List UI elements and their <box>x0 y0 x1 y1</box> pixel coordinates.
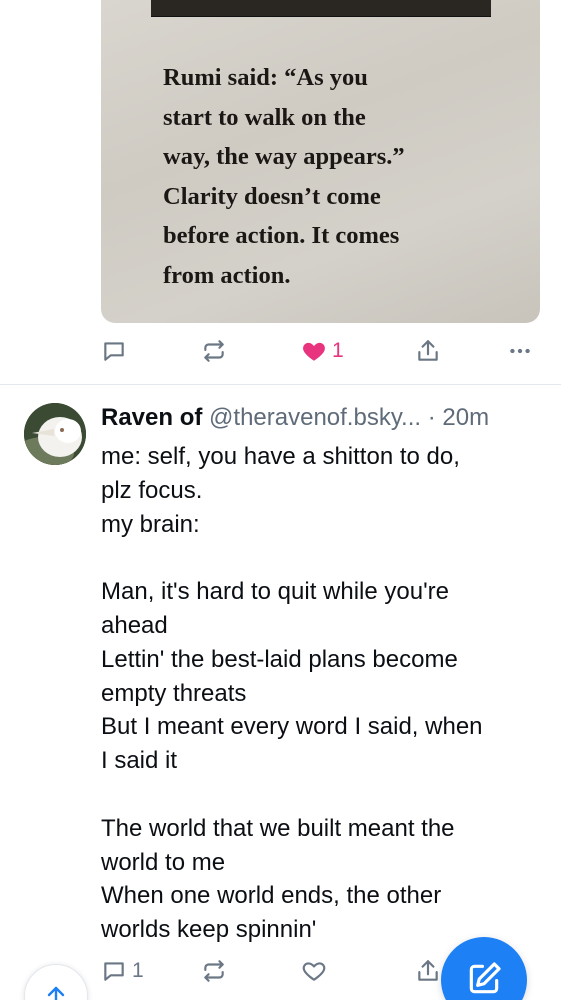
more-button[interactable] <box>503 338 533 364</box>
compose-icon <box>469 962 501 994</box>
post-divider <box>0 384 561 385</box>
reply-button[interactable] <box>101 338 201 364</box>
scroll-to-top-button[interactable] <box>24 964 88 1000</box>
reply-icon <box>104 962 124 981</box>
share-button[interactable] <box>415 338 503 364</box>
more-icon <box>510 348 530 354</box>
repost-button[interactable] <box>201 338 301 364</box>
reply-count: 1 <box>132 959 144 982</box>
repost-button[interactable] <box>201 958 301 984</box>
heart-icon <box>303 342 325 361</box>
top-post-actions: 1 <box>101 337 534 365</box>
arrow-up-icon <box>47 986 65 1000</box>
share-icon <box>418 340 438 361</box>
book-edge <box>151 0 491 17</box>
repost-icon <box>204 340 224 362</box>
author-name[interactable]: Raven of <box>101 404 202 431</box>
image-quote-text: Rumi said: “As you start to walk on the … <box>163 64 405 289</box>
raven-avatar-image <box>24 403 86 465</box>
reply-icon <box>104 342 124 361</box>
post-time[interactable]: · 20m <box>428 404 489 431</box>
like-count: 1 <box>332 339 344 362</box>
reply-button[interactable]: 1 <box>101 958 201 984</box>
heart-icon <box>302 962 326 981</box>
like-button[interactable]: 1 <box>301 338 415 364</box>
post-text[interactable]: me: self, you have a shitton to do, plz … <box>101 440 531 947</box>
share-icon <box>418 960 438 981</box>
author-handle[interactable]: @theravenof.bsky... <box>209 404 421 431</box>
post-image[interactable]: Rumi said: “As you start to walk on the … <box>101 0 540 323</box>
like-button[interactable] <box>301 958 415 984</box>
post-header: Raven of @theravenof.bsky... · 20m <box>101 401 546 435</box>
repost-icon <box>204 960 224 982</box>
avatar[interactable] <box>24 403 86 465</box>
